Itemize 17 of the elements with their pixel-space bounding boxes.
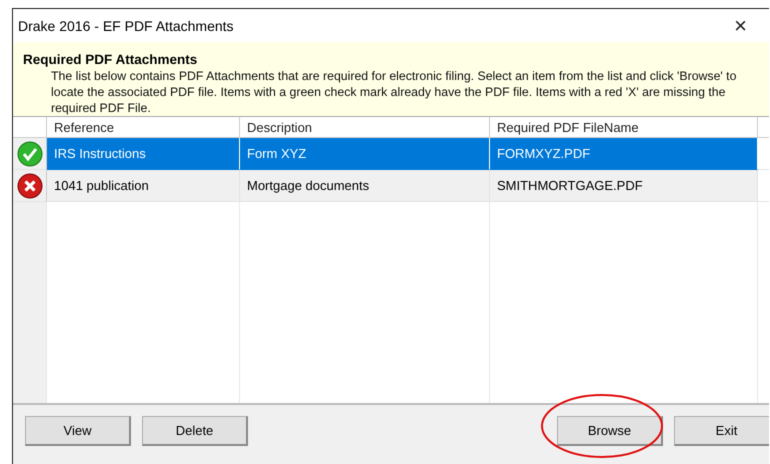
dialog-button[interactable]: View (25, 416, 131, 446)
table-cell[interactable]: IRS Instructions (47, 138, 240, 170)
info-text: The list below contains PDF Attachments that are required for electronic filing. Select an item from the list and click 'Browse' to locate the associated PDF file. Items with a green check mark already have the PDF file. Items with a red 'X' are missing the required PDF File. (50, 68, 738, 116)
column-header[interactable]: Reference (47, 117, 240, 138)
window-title: Drake 2016 - EF PDF Attachments (18, 18, 234, 34)
info-heading: Required PDF Attachments (23, 52, 198, 67)
table-cell[interactable]: FORMXYZ.PDF (490, 138, 758, 170)
table-cell[interactable]: 1041 publication (47, 170, 240, 202)
dialog-button[interactable]: Exit (674, 416, 769, 446)
dialog-button[interactable]: Browse (557, 416, 663, 446)
table-cell[interactable]: Mortgage documents (240, 170, 490, 202)
close-button[interactable]: × (734, 14, 747, 36)
dialog-button[interactable]: Delete (142, 416, 248, 446)
table-cell[interactable]: Form XYZ (240, 138, 490, 170)
column-header[interactable]: Required PDF FileName (490, 117, 758, 138)
table-cell[interactable]: SMITHMORTGAGE.PDF (490, 170, 758, 202)
column-header[interactable]: Description (240, 117, 490, 138)
